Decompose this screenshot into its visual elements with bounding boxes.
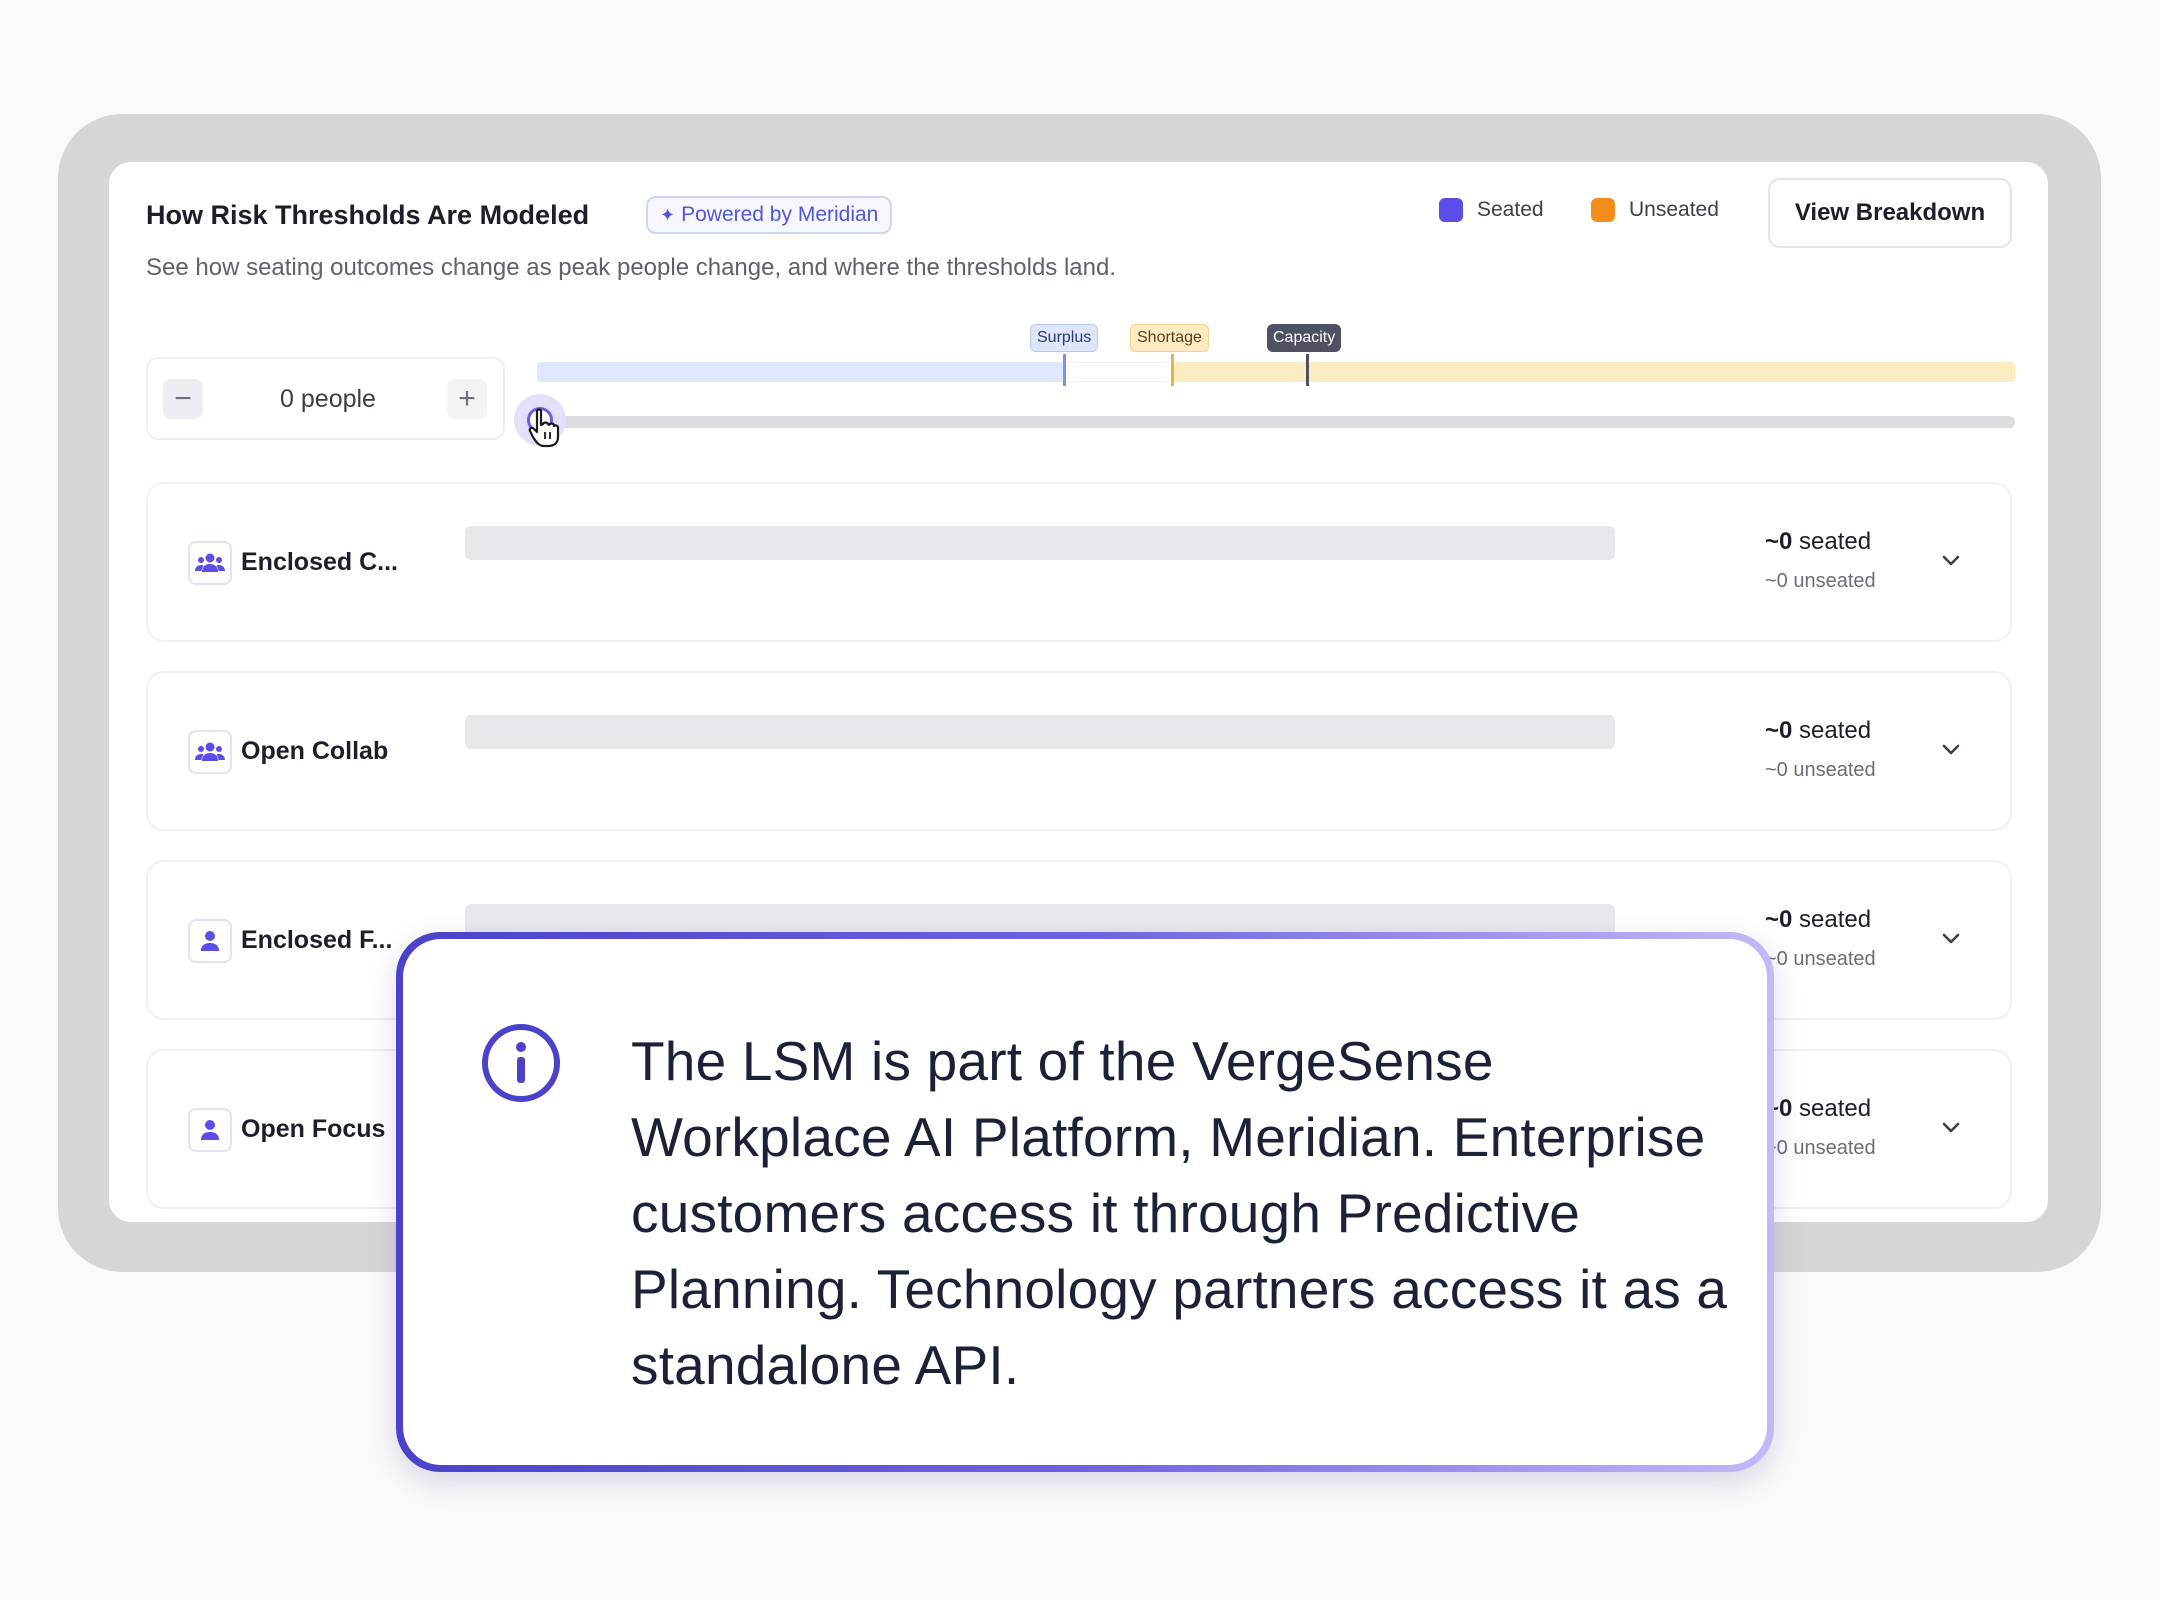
neutral-band <box>1064 362 1172 382</box>
chevron-down-icon[interactable] <box>1938 737 1964 763</box>
powered-by-badge: ✦ Powered by Meridian <box>646 196 893 234</box>
capacity-marker <box>1306 354 1309 386</box>
unseated-count: ~0 unseated <box>1765 759 1876 781</box>
group-icon <box>188 730 232 774</box>
space-label: Enclosed C... <box>241 548 398 576</box>
seating-bar <box>465 526 1615 560</box>
people-slider-track[interactable] <box>537 416 2015 428</box>
legend-unseated: Unseated <box>1591 198 1719 222</box>
chevron-down-icon[interactable] <box>1938 548 1964 574</box>
hand-cursor-icon <box>528 408 560 448</box>
seated-count: ~0 seated <box>1765 906 1872 933</box>
space-label: Open Focus <box>241 1115 386 1143</box>
shortage-band <box>1172 362 2015 382</box>
sparkle-icon: ✦ <box>660 204 676 225</box>
surplus-marker <box>1063 354 1066 386</box>
increment-button[interactable]: + <box>447 379 487 419</box>
space-row[interactable]: Enclosed C... ~0 seated ~0 unseated <box>146 482 2012 642</box>
person-icon <box>188 1108 232 1152</box>
person-icon <box>188 919 232 963</box>
seated-count: ~0 seated <box>1765 528 1872 555</box>
legend-seated: Seated <box>1439 198 1544 222</box>
plus-icon: + <box>458 382 476 415</box>
chevron-down-icon[interactable] <box>1938 926 1964 952</box>
unseated-count: ~0 unseated <box>1765 1137 1876 1159</box>
chevron-down-icon[interactable] <box>1938 1115 1964 1141</box>
unseated-count: ~0 unseated <box>1765 948 1876 970</box>
info-icon <box>482 1024 560 1102</box>
seated-swatch <box>1439 198 1463 222</box>
decrement-button[interactable]: − <box>163 379 203 419</box>
surplus-label: Surplus <box>1030 324 1099 352</box>
capacity-label: Capacity <box>1267 324 1342 352</box>
shortage-marker <box>1171 354 1174 386</box>
info-callout: The LSM is part of the VergeSense Workpl… <box>396 932 1774 1472</box>
panel-title: How Risk Thresholds Are Modeled <box>146 200 590 230</box>
seated-count: ~0 seated <box>1765 1095 1872 1122</box>
surplus-band <box>537 362 1064 382</box>
legend-seated-label: Seated <box>1477 198 1544 221</box>
unseated-count: ~0 unseated <box>1765 570 1876 592</box>
legend-unseated-label: Unseated <box>1629 198 1719 221</box>
space-label: Enclosed F... <box>241 926 393 954</box>
group-icon <box>188 541 232 585</box>
badge-label: Powered by Meridian <box>681 203 879 226</box>
people-stepper: − 0 people + <box>146 357 505 440</box>
space-label: Open Collab <box>241 737 389 765</box>
seating-bar <box>465 715 1615 749</box>
view-breakdown-button[interactable]: View Breakdown <box>1768 178 2012 248</box>
seated-count: ~0 seated <box>1765 717 1872 744</box>
shortage-label: Shortage <box>1130 324 1209 352</box>
space-row[interactable]: Open Collab ~0 seated ~0 unseated <box>146 671 2012 831</box>
callout-text: The LSM is part of the VergeSense Workpl… <box>631 1030 1728 1396</box>
panel-subtitle: See how seating outcomes change as peak … <box>146 254 1117 281</box>
minus-icon: − <box>174 382 192 415</box>
people-count: 0 people <box>280 385 376 413</box>
unseated-swatch <box>1591 198 1615 222</box>
